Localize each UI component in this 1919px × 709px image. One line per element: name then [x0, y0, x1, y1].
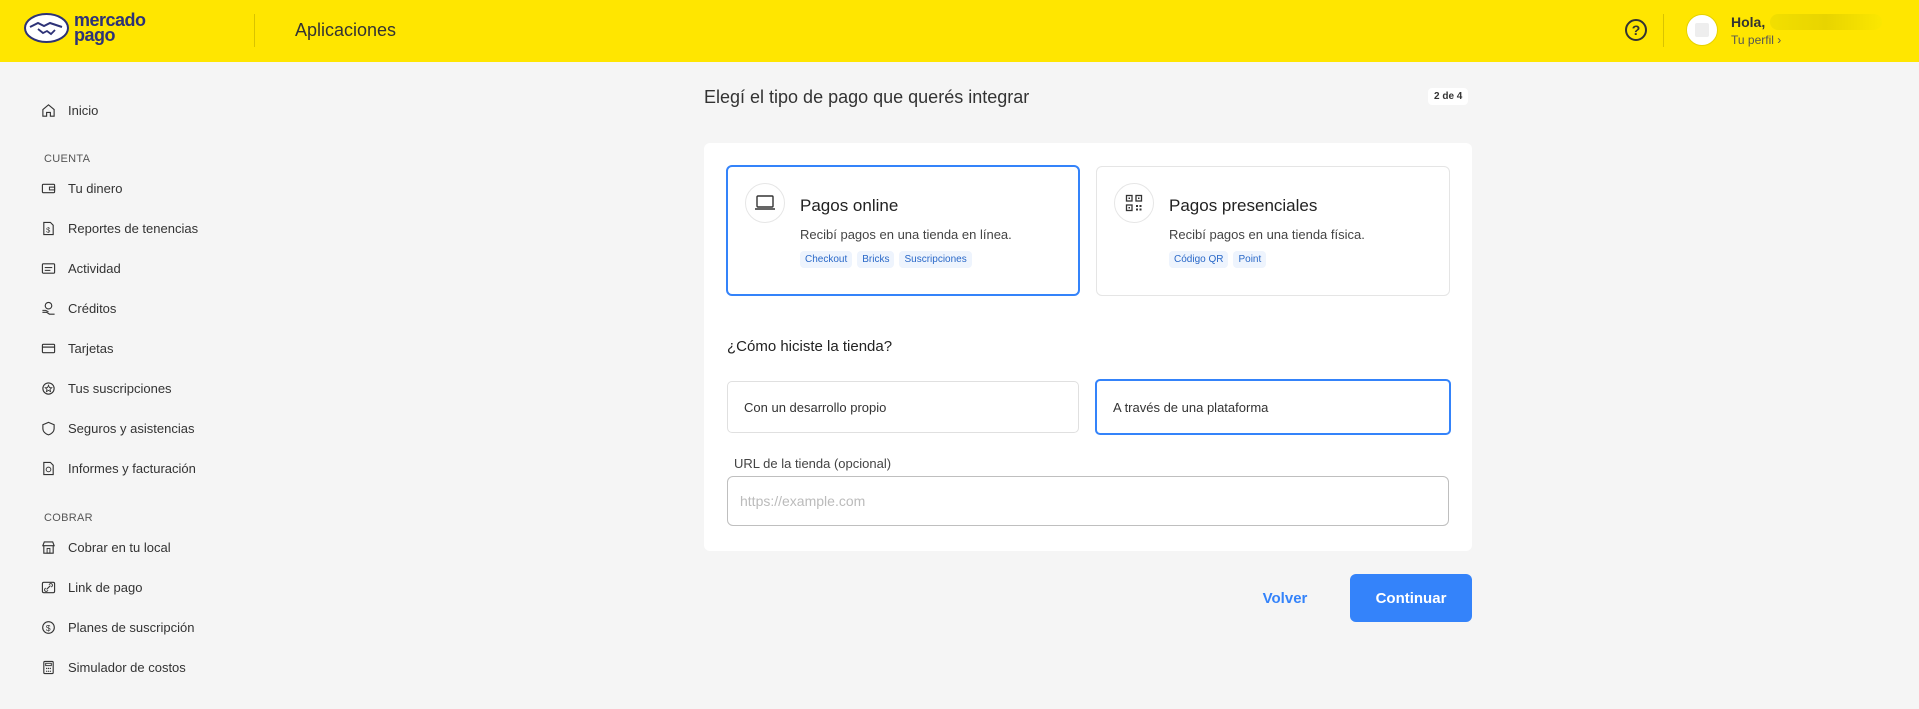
- sidebar-item-label: Créditos: [68, 300, 117, 316]
- payment-type-card-presencial[interactable]: Pagos presenciales Recibí pagos en una t…: [1096, 166, 1450, 296]
- svg-text:$: $: [45, 622, 50, 632]
- qr-code-icon: [1114, 183, 1154, 223]
- step-badge: 2 de 4: [1428, 88, 1469, 105]
- sidebar-item-tu-dinero[interactable]: Tu dinero: [40, 180, 122, 196]
- sidebar-item-simulador[interactable]: Simulador de costos: [40, 659, 186, 675]
- calculator-icon: [40, 659, 56, 675]
- sidebar-item-label: Tus suscripciones: [68, 380, 172, 396]
- sidebar-item-label: Reportes de tenencias: [68, 220, 199, 236]
- top-bar: mercado pago Aplicaciones ? Hola, Tu per…: [0, 0, 1919, 62]
- sidebar-item-label: Tu dinero: [68, 180, 123, 196]
- tag: Suscripciones: [899, 251, 972, 268]
- credits-icon: [40, 300, 56, 316]
- dollar-circle-icon: $: [40, 619, 56, 635]
- continue-button[interactable]: Continuar: [1350, 574, 1472, 622]
- sidebar-item-actividad[interactable]: Actividad: [40, 260, 121, 276]
- back-button[interactable]: Volver: [1253, 574, 1317, 622]
- sidebar-item-informes[interactable]: Informes y facturación: [40, 460, 196, 476]
- sidebar-item-label: Seguros y asistencias: [68, 420, 195, 436]
- option-plataforma[interactable]: A través de una plataforma: [1095, 379, 1451, 435]
- tag: Point: [1233, 251, 1267, 268]
- link-icon: [40, 579, 56, 595]
- sidebar-item-link-pago[interactable]: Link de pago: [40, 579, 142, 595]
- invoice-icon: [40, 460, 56, 476]
- card-title: Pagos online: [800, 196, 899, 215]
- store-question: ¿Cómo hiciste la tienda?: [727, 338, 893, 355]
- card-description: Recibí pagos en una tienda en línea.: [800, 227, 1012, 242]
- tag: Checkout: [800, 251, 853, 268]
- sidebar-item-label: Simulador de costos: [68, 659, 186, 675]
- help-icon[interactable]: ?: [1625, 19, 1647, 41]
- store-url-input[interactable]: [727, 476, 1449, 526]
- sidebar-item-label: Planes de suscripción: [68, 619, 195, 635]
- card-tags: Checkout Bricks Suscripciones: [800, 251, 972, 268]
- sidebar-item-label: Link de pago: [68, 579, 143, 595]
- sidebar-section-title: COBRAR: [44, 512, 93, 524]
- sidebar-item-planes[interactable]: $ Planes de suscripción: [40, 619, 194, 635]
- activity-icon: [40, 260, 56, 276]
- handshake-logo-icon: [24, 13, 69, 43]
- sidebar-item-label: Informes y facturación: [68, 460, 196, 476]
- sidebar-item-suscripciones[interactable]: Tus suscripciones: [40, 380, 172, 396]
- home-icon: [40, 102, 56, 118]
- report-icon: $: [40, 220, 56, 236]
- header-divider: [1663, 14, 1664, 47]
- sidebar-item-label: Tarjetas: [68, 340, 114, 356]
- laptop-icon: [745, 183, 785, 223]
- sidebar-item-label: Actividad: [68, 260, 121, 276]
- card-tags: Código QR Point: [1169, 251, 1267, 268]
- sidebar-item-seguros[interactable]: Seguros y asistencias: [40, 420, 194, 436]
- card-description: Recibí pagos en una tienda física.: [1169, 227, 1365, 242]
- logo-wordmark: mercado pago: [74, 11, 146, 45]
- svg-text:$: $: [46, 225, 51, 234]
- subscriptions-icon: [40, 380, 56, 396]
- sidebar-item-inicio[interactable]: Inicio: [40, 102, 98, 118]
- tag: Código QR: [1169, 251, 1229, 268]
- store-icon: [40, 539, 56, 555]
- integration-panel: Pagos online Recibí pagos en una tienda …: [704, 143, 1472, 551]
- sidebar-item-cobrar-local[interactable]: Cobrar en tu local: [40, 539, 171, 555]
- card-title: Pagos presenciales: [1169, 196, 1318, 215]
- mercado-pago-logo[interactable]: mercado pago: [24, 11, 146, 45]
- tag: Bricks: [857, 251, 895, 268]
- page-title: Elegí el tipo de pago que querés integra…: [704, 87, 1030, 107]
- payment-type-card-online[interactable]: Pagos online Recibí pagos en una tienda …: [726, 165, 1080, 296]
- sidebar-item-label: Cobrar en tu local: [68, 539, 171, 555]
- avatar[interactable]: [1686, 14, 1718, 46]
- sidebar-item-reportes[interactable]: $ Reportes de tenencias: [40, 220, 198, 236]
- sidebar-section-title: CUENTA: [44, 153, 91, 165]
- sidebar-item-label: Inicio: [68, 102, 99, 118]
- logo-line-2: pago: [74, 25, 115, 45]
- option-desarrollo-propio[interactable]: Con un desarrollo propio: [727, 381, 1079, 433]
- sidebar-item-tarjetas[interactable]: Tarjetas: [40, 340, 114, 356]
- sidebar-item-creditos[interactable]: Créditos: [40, 300, 116, 316]
- app-title: Aplicaciones: [295, 20, 397, 40]
- header-divider: [254, 14, 255, 47]
- shield-icon: [40, 420, 56, 436]
- profile-link[interactable]: Tu perfil ›: [1731, 33, 1781, 47]
- user-name-redacted: [1770, 14, 1882, 30]
- wallet-icon: [40, 180, 56, 196]
- url-label: URL de la tienda (opcional): [734, 456, 892, 471]
- sidebar: Inicio CUENTA Tu dinero $ Reportes de te…: [0, 62, 260, 709]
- card-icon: [40, 340, 56, 356]
- user-greeting: Hola,: [1731, 14, 1766, 30]
